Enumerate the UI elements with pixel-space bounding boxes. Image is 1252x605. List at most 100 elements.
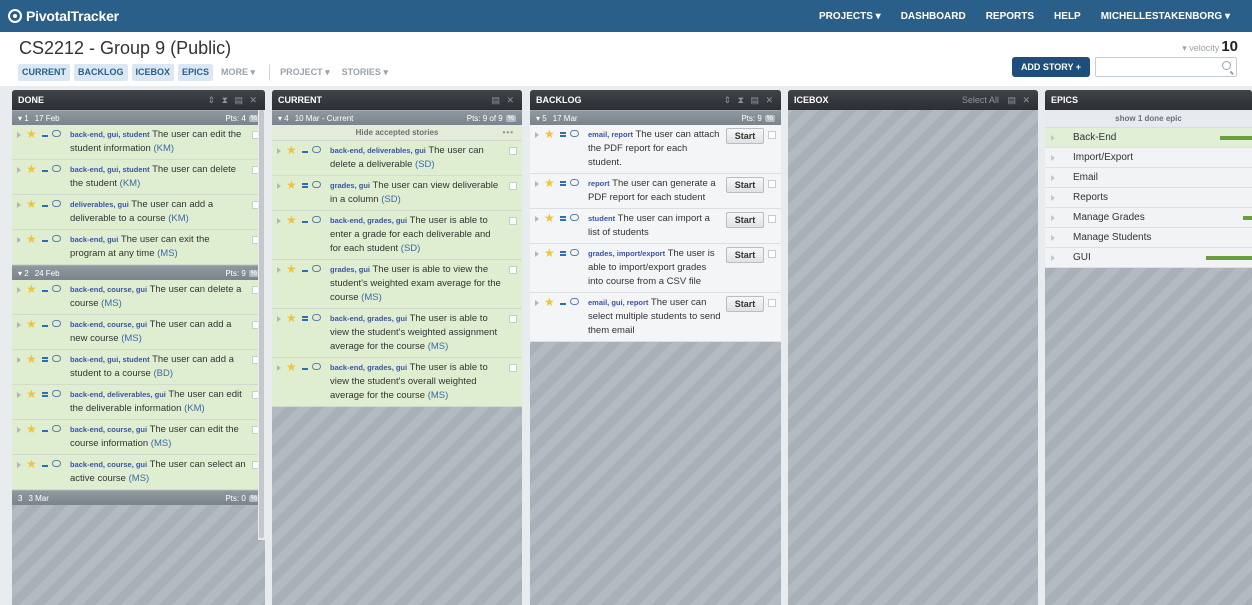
expand-arrow-icon[interactable]	[277, 316, 281, 322]
estimate-icon[interactable]	[302, 183, 308, 188]
estimate-icon[interactable]	[42, 357, 48, 362]
story-labels[interactable]: email, report	[588, 130, 633, 139]
expand-arrow-icon[interactable]	[535, 300, 539, 306]
epic-item[interactable]: Email	[1045, 168, 1252, 188]
expand-arrow-icon[interactable]	[17, 237, 21, 243]
start-button[interactable]: Start	[726, 212, 764, 228]
iteration-header[interactable]: ▾ 4 10 Mar - Current Pts: 9 of 9 %	[272, 110, 522, 125]
story-row[interactable]: ★ back-end, course, gui The user can sele…	[12, 455, 265, 490]
panel-header-icons[interactable]: ⇕ ⧗ ▤ ✕	[208, 95, 259, 106]
epic-item[interactable]: Manage Students	[1045, 228, 1252, 248]
start-button[interactable]: Start	[726, 177, 764, 193]
story-labels[interactable]: back-end, deliverables, gui	[330, 146, 426, 155]
tab-icebox[interactable]: ICEBOX	[131, 64, 175, 81]
expand-arrow-icon[interactable]	[1051, 255, 1055, 261]
story-row[interactable]: ★ grades, import/export The user is able …	[530, 244, 781, 293]
story-labels[interactable]: grades, gui	[330, 265, 370, 274]
story-labels[interactable]: back-end, course, gui	[70, 425, 147, 434]
story-row[interactable]: ★ back-end, grades, gui The user is able …	[272, 211, 522, 260]
story-labels[interactable]: back-end, grades, gui	[330, 363, 407, 372]
project-menu[interactable]: PROJECT ▾	[269, 64, 334, 81]
start-button[interactable]: Start	[726, 247, 764, 263]
estimate-icon[interactable]	[302, 151, 308, 153]
iteration-header[interactable]: ▾ 1 17 Feb Pts: 4%	[12, 110, 265, 125]
select-checkbox[interactable]	[768, 180, 776, 188]
tab-epics[interactable]: EPICS	[178, 64, 214, 81]
expand-arrow-icon[interactable]	[1051, 215, 1055, 221]
estimate-icon[interactable]	[302, 221, 308, 223]
expand-arrow-icon[interactable]	[1051, 195, 1055, 201]
estimate-icon[interactable]	[42, 290, 48, 292]
estimate-icon[interactable]	[302, 270, 308, 272]
velocity-display[interactable]: ▾ velocity 10	[1182, 38, 1238, 55]
expand-arrow-icon[interactable]	[535, 216, 539, 222]
expand-arrow-icon[interactable]	[17, 392, 21, 398]
story-row[interactable]: ★ back-end, course, gui The user can edit…	[12, 420, 265, 455]
nav-reports[interactable]: REPORTS	[976, 11, 1044, 22]
story-labels[interactable]: back-end, course, gui	[70, 320, 147, 329]
stories-menu[interactable]: STORIES ▾	[338, 64, 392, 81]
story-labels[interactable]: deliverables, gui	[70, 200, 129, 209]
estimate-icon[interactable]	[560, 251, 566, 256]
expand-arrow-icon[interactable]	[1051, 155, 1055, 161]
story-labels[interactable]: back-end, course, gui	[70, 460, 147, 469]
expand-arrow-icon[interactable]	[17, 322, 21, 328]
select-checkbox[interactable]	[509, 364, 517, 372]
expand-arrow-icon[interactable]	[277, 365, 281, 371]
more-options-icon[interactable]: •••	[503, 125, 514, 140]
story-row[interactable]: ★ report The user can generate a PDF repo…	[530, 174, 781, 209]
expand-arrow-icon[interactable]	[17, 132, 21, 138]
scrollbar[interactable]	[258, 110, 265, 540]
show-done-epic-link[interactable]: show 1 done epic	[1045, 110, 1252, 128]
iteration-header[interactable]: ▾ 5 17 Mar Pts: 9 %	[530, 110, 781, 125]
story-row[interactable]: ★ back-end, course, gui The user can add …	[12, 315, 265, 350]
story-row[interactable]: ★ grades, gui The user can view deliverab…	[272, 176, 522, 211]
expand-arrow-icon[interactable]	[535, 132, 539, 138]
nav-help[interactable]: HELP	[1044, 11, 1091, 22]
select-checkbox[interactable]	[768, 215, 776, 223]
estimate-icon[interactable]	[42, 325, 48, 327]
tab-backlog[interactable]: BACKLOG	[74, 64, 128, 81]
story-row[interactable]: ★ back-end, gui, student The user can add…	[12, 350, 265, 385]
expand-arrow-icon[interactable]	[17, 202, 21, 208]
logo[interactable]: PivotalTracker	[0, 8, 119, 24]
expand-arrow-icon[interactable]	[1051, 175, 1055, 181]
select-checkbox[interactable]	[509, 217, 517, 225]
select-checkbox[interactable]	[509, 266, 517, 274]
story-row[interactable]: ★ back-end, deliverables, gui The user ca…	[12, 385, 265, 420]
hide-accepted-bar[interactable]: Hide accepted stories •••	[272, 125, 522, 141]
expand-arrow-icon[interactable]	[1051, 135, 1055, 141]
search-input[interactable]	[1095, 57, 1237, 77]
story-labels[interactable]: back-end, gui	[70, 235, 118, 244]
estimate-icon[interactable]	[302, 368, 308, 370]
estimate-icon[interactable]	[560, 132, 566, 137]
story-labels[interactable]: back-end, gui, student	[70, 130, 150, 139]
story-labels[interactable]: back-end, gui, student	[70, 355, 150, 364]
epic-item[interactable]: Back-End	[1045, 128, 1252, 148]
expand-arrow-icon[interactable]	[277, 267, 281, 273]
estimate-icon[interactable]	[560, 303, 566, 305]
nav-projects[interactable]: PROJECTS ▾	[809, 11, 891, 22]
estimate-icon[interactable]	[42, 430, 48, 432]
expand-arrow-icon[interactable]	[535, 181, 539, 187]
expand-arrow-icon[interactable]	[1051, 235, 1055, 241]
story-labels[interactable]: back-end, grades, gui	[330, 314, 407, 323]
story-row[interactable]: ★ email, gui, report The user can select …	[530, 293, 781, 342]
add-story-button[interactable]: ADD STORY +	[1012, 57, 1090, 77]
select-checkbox[interactable]	[768, 131, 776, 139]
estimate-icon[interactable]	[42, 392, 48, 397]
epic-item[interactable]: GUI	[1045, 248, 1252, 268]
story-row[interactable]: ★ back-end, gui The user can exit the pro…	[12, 230, 265, 265]
estimate-icon[interactable]	[560, 181, 566, 186]
estimate-icon[interactable]	[42, 170, 48, 172]
expand-arrow-icon[interactable]	[17, 287, 21, 293]
nav-user-menu[interactable]: MICHELLESTAKENBORG ▾	[1091, 11, 1240, 22]
story-row[interactable]: ★ back-end, deliverables, gui The user ca…	[272, 141, 522, 176]
story-labels[interactable]: report	[588, 179, 610, 188]
story-labels[interactable]: student	[588, 214, 615, 223]
story-labels[interactable]: back-end, deliverables, gui	[70, 390, 166, 399]
expand-arrow-icon[interactable]	[17, 462, 21, 468]
expand-arrow-icon[interactable]	[277, 148, 281, 154]
tab-current[interactable]: CURRENT	[18, 64, 70, 81]
story-row[interactable]: ★ back-end, course, gui The user can dele…	[12, 280, 265, 315]
